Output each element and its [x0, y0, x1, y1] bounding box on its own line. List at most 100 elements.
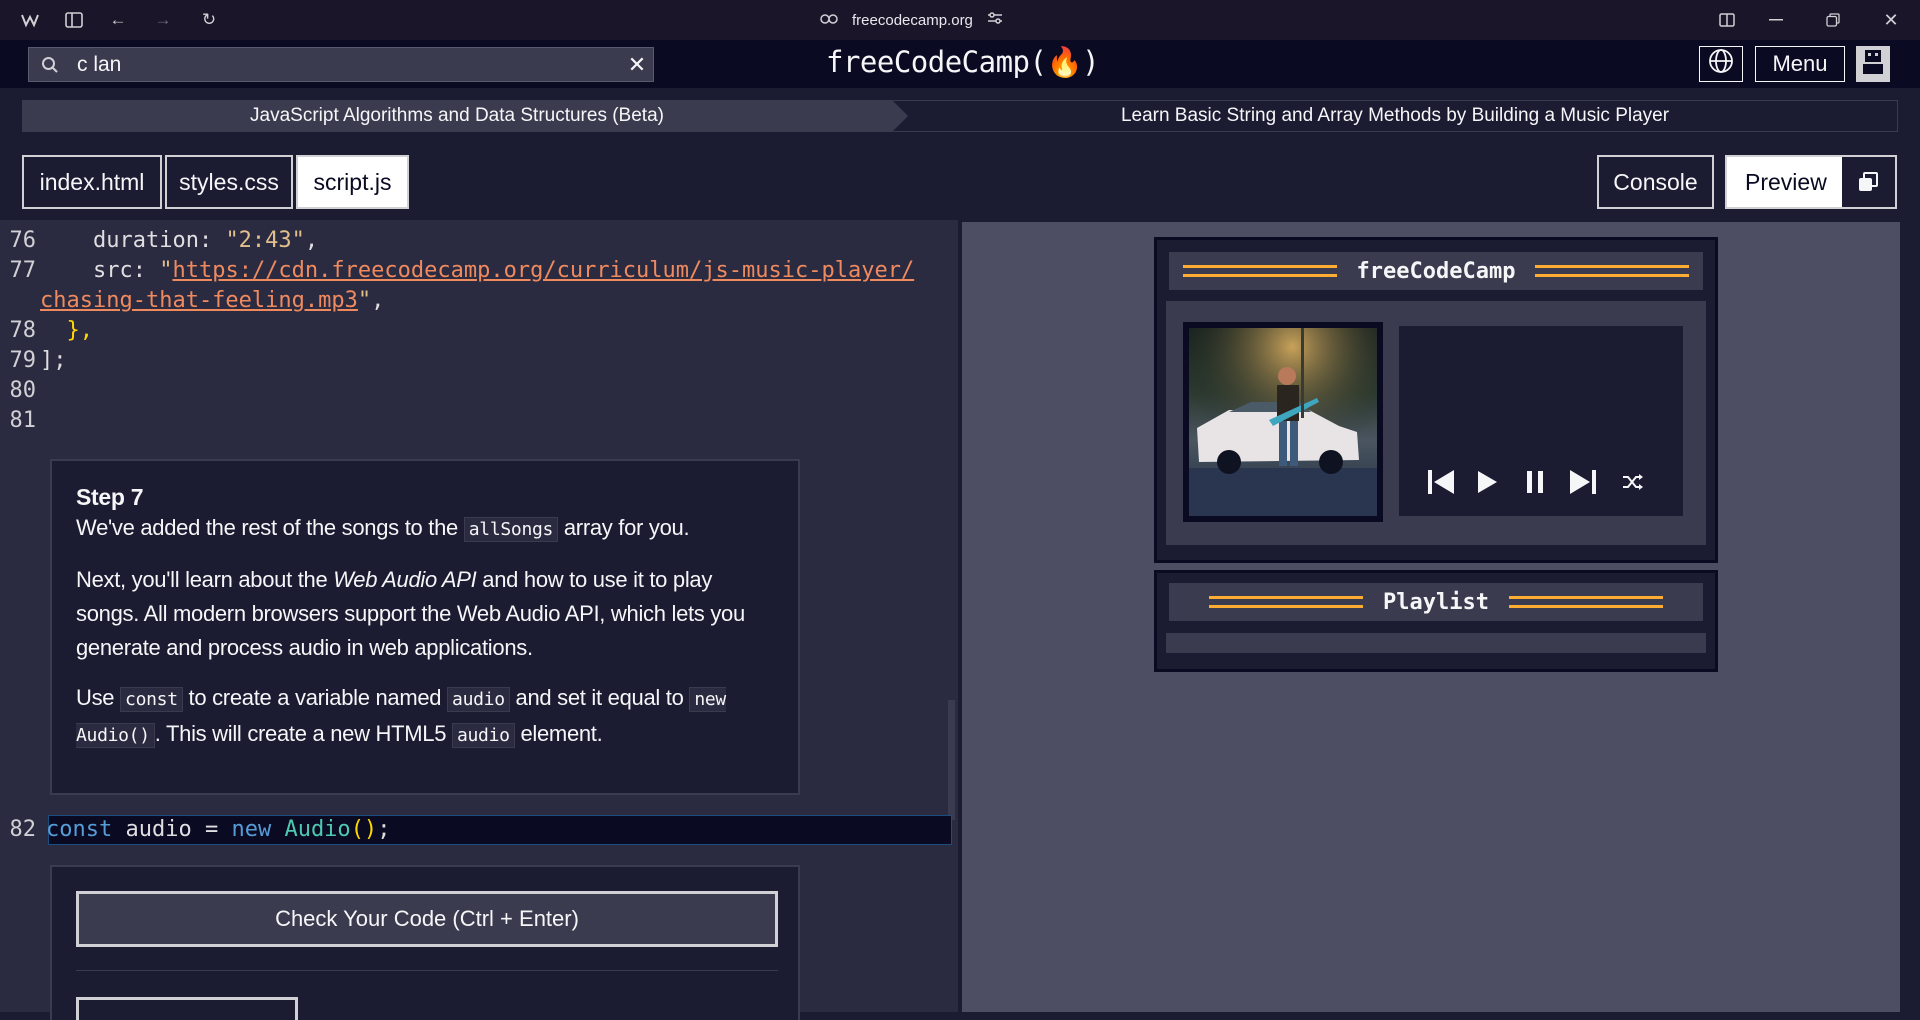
- play-icon[interactable]: [1471, 466, 1503, 498]
- step-text: and set it equal to: [509, 685, 690, 710]
- browser-logo-icon[interactable]: [18, 8, 42, 32]
- check-code-button[interactable]: Check Your Code (Ctrl + Enter): [76, 891, 778, 947]
- code-token: ;: [377, 817, 391, 842]
- line-number: 82: [9, 817, 37, 842]
- action-panel: Check Your Code (Ctrl + Enter): [50, 865, 800, 1020]
- step-paragraph: Use const to create a variable named aud…: [76, 681, 774, 753]
- site-logo[interactable]: freeCodeCamp(🔥): [826, 45, 1100, 80]
- album-art-image: [1189, 328, 1377, 516]
- player-controls: [1399, 326, 1683, 516]
- next-icon[interactable]: [1567, 466, 1599, 498]
- step-text: array for you.: [558, 515, 690, 540]
- step-text: . This will create a new HTML5: [154, 721, 452, 746]
- search-icon: [39, 54, 61, 76]
- divider: [76, 970, 778, 971]
- header-decoration: [1508, 596, 1663, 608]
- tab-script-js[interactable]: script.js: [296, 155, 409, 209]
- step-text: We've added the rest of the songs to the: [76, 515, 464, 540]
- close-window-icon[interactable]: ✕: [1871, 6, 1911, 34]
- step-title: Step 7: [76, 484, 144, 510]
- inline-code: audio: [447, 687, 510, 712]
- preview-pane: freeCodeCamp Playlist: [962, 222, 1900, 1012]
- preview-button[interactable]: Preview: [1725, 155, 1897, 209]
- code-keyword: const: [46, 817, 113, 842]
- step-text: element.: [514, 721, 603, 746]
- code-token: (): [350, 817, 378, 842]
- menu-button[interactable]: Menu: [1755, 46, 1845, 82]
- console-button[interactable]: Console: [1597, 155, 1714, 209]
- code-line: 81: [0, 406, 40, 436]
- line-number: 78: [9, 318, 37, 343]
- code-line: 79];: [0, 346, 67, 376]
- link-icon: [820, 12, 838, 29]
- step-text: Use: [76, 685, 121, 710]
- site-settings-icon[interactable]: [987, 11, 1003, 29]
- playlist-header: Playlist: [1169, 583, 1703, 621]
- user-avatar-icon: [1860, 46, 1886, 82]
- editor-scrollbar[interactable]: [947, 220, 957, 1012]
- code-line: 80: [0, 376, 40, 406]
- split-view-icon[interactable]: [1707, 6, 1747, 34]
- shuffle-icon[interactable]: [1617, 466, 1649, 498]
- tab-index-html[interactable]: index.html: [22, 155, 162, 209]
- address-bar[interactable]: freecodecamp.org: [820, 8, 1003, 32]
- reload-icon[interactable]: ↻: [197, 8, 221, 32]
- line-number: 77: [9, 258, 37, 283]
- step-paragraph: Next, you'll learn about the Web Audio A…: [76, 563, 774, 665]
- breadcrumb-project[interactable]: Learn Basic String and Array Methods by …: [892, 100, 1898, 132]
- pause-icon[interactable]: [1519, 466, 1551, 498]
- code-line: 78 },: [0, 316, 93, 346]
- album-art: [1183, 322, 1383, 522]
- code-url[interactable]: https://cdn.freecodecamp.org/curriculum/…: [172, 258, 914, 283]
- code-token: src:: [40, 258, 160, 283]
- code-token: duration:: [40, 228, 226, 253]
- breadcrumb: JavaScript Algorithms and Data Structure…: [22, 100, 1898, 132]
- sidebar-toggle-icon[interactable]: [62, 8, 86, 32]
- code-token: ];: [40, 348, 67, 373]
- secondary-action-button[interactable]: [76, 997, 298, 1020]
- player-content: [1166, 301, 1706, 545]
- tab-styles-css[interactable]: styles.css: [165, 155, 293, 209]
- code-token: ,: [304, 228, 319, 253]
- preview-label: Preview: [1745, 168, 1827, 195]
- breadcrumb-course[interactable]: JavaScript Algorithms and Data Structure…: [22, 100, 908, 132]
- code-line-editable[interactable]: 82 const audio = new Audio();: [0, 815, 391, 845]
- site-header: ✕ freeCodeCamp(🔥) Menu: [0, 40, 1920, 88]
- header-decoration: [1209, 596, 1364, 608]
- header-decoration: [1535, 265, 1690, 277]
- search-bar[interactable]: ✕: [28, 47, 654, 82]
- code-string: "2:43": [225, 228, 305, 253]
- popout-icon[interactable]: [1841, 157, 1895, 207]
- player-header: freeCodeCamp: [1169, 252, 1703, 290]
- language-button[interactable]: [1699, 46, 1743, 82]
- step-text: Next, you'll learn about the: [76, 567, 334, 592]
- player-title: freeCodeCamp: [1356, 258, 1516, 284]
- inline-code: allSongs: [463, 517, 559, 542]
- previous-icon[interactable]: [1425, 466, 1457, 498]
- line-number: 76: [9, 228, 37, 253]
- forward-icon[interactable]: →: [151, 8, 175, 32]
- code-token: ,: [371, 288, 385, 313]
- code-url[interactable]: chasing-that-feeling.mp3: [40, 288, 358, 313]
- music-player: freeCodeCamp: [1154, 237, 1718, 563]
- code-keyword: new: [231, 817, 272, 842]
- back-icon[interactable]: ←: [106, 8, 130, 32]
- inline-code: const: [120, 687, 183, 712]
- minimize-icon[interactable]: [1756, 6, 1796, 34]
- code-string: ": [159, 258, 173, 283]
- step-emphasis: Web Audio API: [333, 567, 477, 592]
- browser-titlebar: ← → ↻ freecodecamp.org ✕: [0, 0, 1920, 40]
- globe-icon: [1708, 48, 1734, 80]
- playlist: Playlist: [1154, 570, 1718, 672]
- clear-search-icon[interactable]: ✕: [621, 49, 653, 81]
- code-token: },: [40, 318, 93, 343]
- playlist-title: Playlist: [1383, 589, 1489, 615]
- restore-icon[interactable]: [1813, 6, 1853, 34]
- code-line: 77 src: "https://cdn.freecodecamp.org/cu…: [0, 256, 915, 286]
- header-decoration: [1182, 265, 1337, 277]
- editor-scroll-thumb[interactable]: [948, 700, 955, 820]
- step-text: to create a variable named: [182, 685, 448, 710]
- playlist-songs: [1166, 633, 1706, 653]
- avatar[interactable]: [1856, 46, 1890, 82]
- search-input[interactable]: [61, 52, 621, 77]
